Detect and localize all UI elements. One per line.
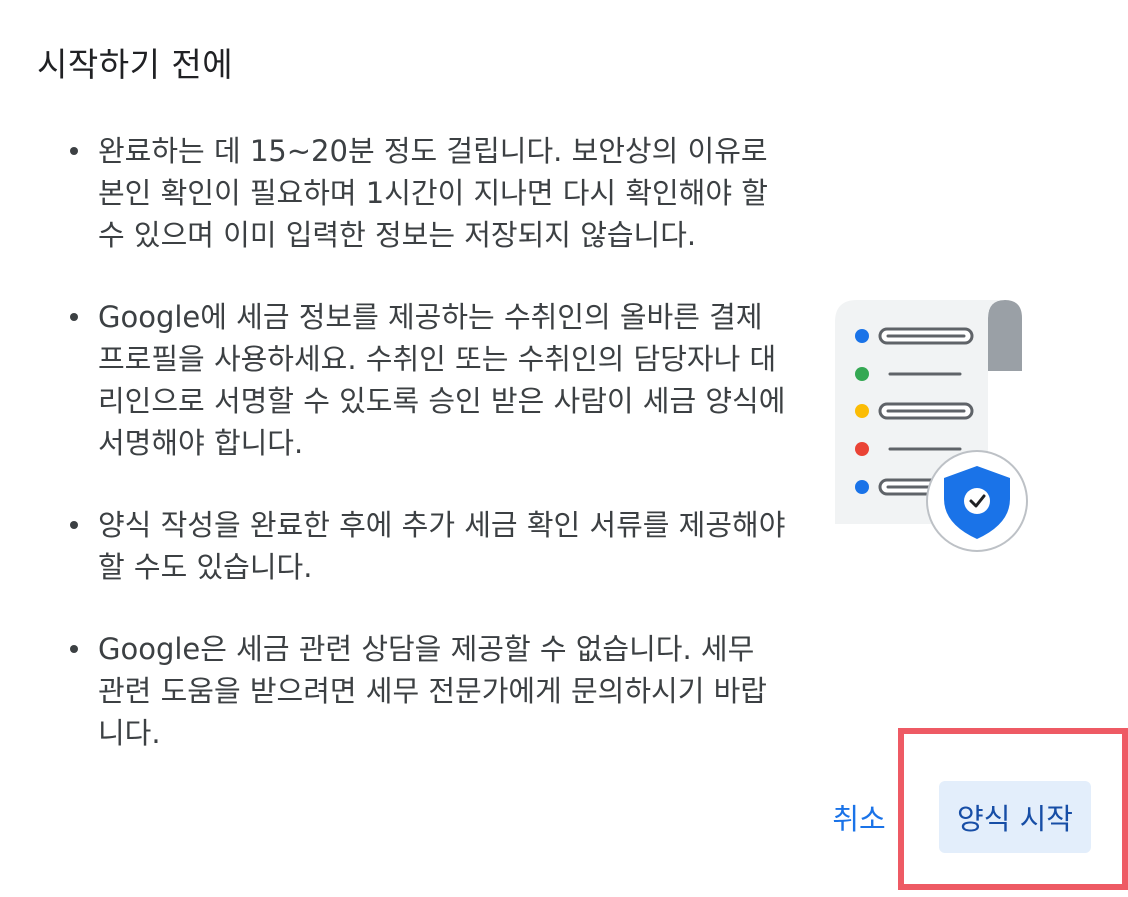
bullet-icon: [70, 147, 78, 155]
info-item-text: 완료하는 데 15~20분 정도 걸립니다. 보안상의 이유로 본인 확인이 필…: [98, 134, 768, 252]
cancel-button[interactable]: 취소: [818, 784, 900, 850]
document-list-shield-icon: [830, 296, 1030, 558]
info-list: 완료하는 데 15~20분 정도 걸립니다. 보안상의 이유로 본인 확인이 필…: [68, 130, 788, 794]
info-item-text: 양식 작성을 완료한 후에 추가 세금 확인 서류를 제공해야 할 수도 있습니…: [98, 508, 786, 584]
dialog-title: 시작하기 전에: [37, 45, 234, 84]
info-item-additional-documents: 양식 작성을 완료한 후에 추가 세금 확인 서류를 제공해야 할 수도 있습니…: [68, 504, 788, 588]
bullet-icon: [70, 313, 78, 321]
info-item-tax-advice: Google은 세금 관련 상담을 제공할 수 없습니다. 세무 관련 도움을 …: [68, 628, 788, 754]
info-item-text: Google에 세금 정보를 제공하는 수취인의 올바른 결제 프로필을 사용하…: [98, 300, 786, 460]
bullet-icon: [70, 521, 78, 529]
bullet-icon: [70, 645, 78, 653]
start-form-button[interactable]: 양식 시작: [939, 781, 1091, 853]
info-item-payment-profile: Google에 세금 정보를 제공하는 수취인의 올바른 결제 프로필을 사용하…: [68, 296, 788, 464]
info-item-duration: 완료하는 데 15~20분 정도 걸립니다. 보안상의 이유로 본인 확인이 필…: [68, 130, 788, 256]
info-item-text: Google은 세금 관련 상담을 제공할 수 없습니다. 세무 관련 도움을 …: [98, 632, 767, 750]
